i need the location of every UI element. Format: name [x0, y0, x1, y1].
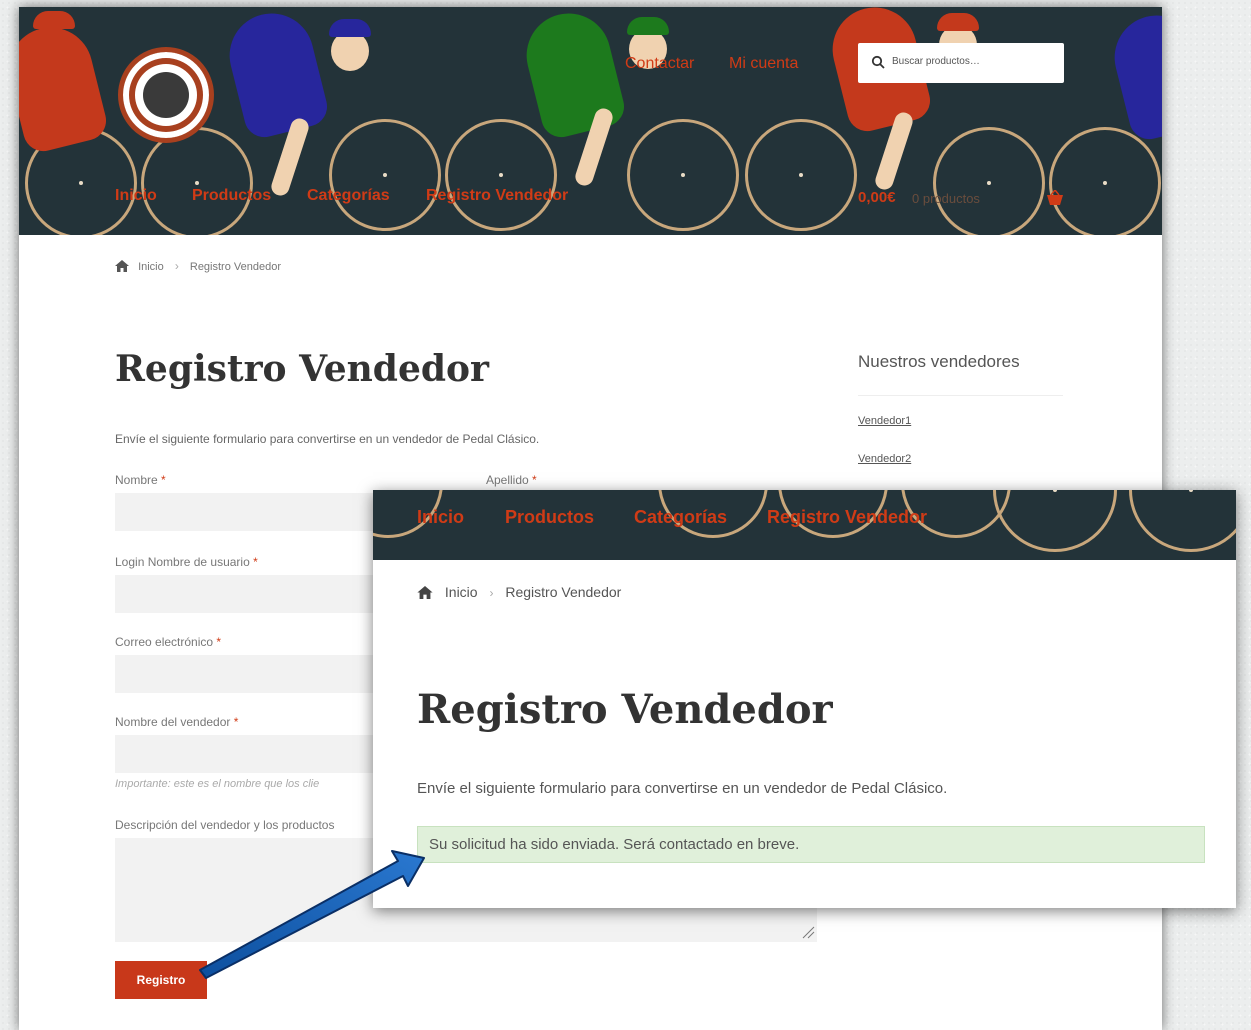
- rider-cap-decoration: [329, 19, 371, 37]
- bike-wheel-decoration: [627, 119, 739, 231]
- search-placeholder: Buscar productos…: [892, 56, 980, 67]
- vendor-name-label: Nombre del vendedor *: [115, 715, 238, 729]
- result-nav-productos[interactable]: Productos: [505, 507, 594, 528]
- rider-cap-decoration: [627, 17, 669, 35]
- result-nav-categorias[interactable]: Categorías: [634, 507, 727, 528]
- result-breadcrumb-current: Registro Vendedor: [505, 584, 622, 600]
- rider-red-decoration: [19, 18, 111, 156]
- home-icon: [417, 586, 433, 599]
- email-label: Correo electrónico *: [115, 635, 221, 649]
- required-mark: *: [253, 555, 258, 569]
- nav-item-productos[interactable]: Productos: [192, 187, 271, 205]
- breadcrumb-separator: ›: [489, 586, 494, 600]
- result-nav-inicio[interactable]: Inicio: [417, 507, 464, 528]
- required-mark: *: [532, 473, 537, 487]
- username-label-text: Login Nombre de usuario: [115, 555, 250, 569]
- last-name-label: Apellido *: [486, 473, 537, 487]
- result-intro: Envíe el siguiente formulario para conve…: [417, 780, 948, 797]
- top-link-account[interactable]: Mi cuenta: [729, 55, 798, 73]
- breadcrumb-separator: ›: [174, 259, 179, 273]
- breadcrumb: Inicio › Registro Vendedor: [115, 259, 281, 273]
- result-screenshot-panel: Inicio Productos Categorías Registro Ven…: [373, 490, 1236, 908]
- rider-head-decoration: [331, 31, 369, 71]
- last-name-label-text: Apellido: [486, 473, 529, 487]
- cart-amount[interactable]: 0,00€: [858, 189, 896, 206]
- required-mark: *: [161, 473, 166, 487]
- email-label-text: Correo electrónico: [115, 635, 214, 649]
- rider-blue-decoration: [220, 7, 332, 142]
- top-link-contact[interactable]: Contactar: [625, 55, 694, 73]
- rider-cap-decoration: [33, 11, 75, 29]
- cart-icon[interactable]: [1046, 190, 1064, 206]
- rider-cap-decoration: [937, 13, 979, 31]
- result-page-title: Registro Vendedor: [417, 686, 833, 733]
- home-icon: [115, 260, 129, 272]
- nav-item-inicio[interactable]: Inicio: [115, 187, 157, 205]
- result-breadcrumb: Inicio › Registro Vendedor: [417, 584, 621, 600]
- site-header: Contactar Mi cuenta Buscar productos… In…: [19, 7, 1162, 235]
- register-button[interactable]: Registro: [115, 961, 207, 999]
- sidebar-vendor-link[interactable]: Vendedor2: [858, 453, 911, 465]
- result-nav-registro-vendedor[interactable]: Registro Vendedor: [767, 507, 927, 528]
- breadcrumb-home[interactable]: Inicio: [138, 261, 164, 273]
- page-title: Registro Vendedor: [115, 348, 490, 390]
- result-breadcrumb-home[interactable]: Inicio: [445, 584, 478, 600]
- first-name-label-text: Nombre: [115, 473, 158, 487]
- bike-wheel-decoration: [445, 119, 557, 231]
- sidebar-title: Nuestros vendedores: [858, 352, 1020, 371]
- first-name-label: Nombre *: [115, 473, 166, 487]
- site-logo[interactable]: [118, 47, 214, 143]
- search-input[interactable]: Buscar productos…: [858, 43, 1064, 83]
- bike-wheel-decoration: [1049, 127, 1161, 235]
- required-mark: *: [233, 715, 239, 729]
- breadcrumb-current: Registro Vendedor: [189, 261, 281, 273]
- logo-emblem: [143, 72, 189, 118]
- bike-wheel-decoration: [933, 127, 1045, 235]
- sidebar-divider: [858, 395, 1063, 396]
- page-intro: Envíe el siguiente formulario para conve…: [115, 432, 540, 446]
- username-label: Login Nombre de usuario *: [115, 555, 258, 569]
- success-notice: Su solicitud ha sido enviada. Será conta…: [417, 826, 1205, 863]
- result-header: Inicio Productos Categorías Registro Ven…: [373, 490, 1236, 560]
- nav-item-registro-vendedor[interactable]: Registro Vendedor: [426, 187, 568, 205]
- vendor-name-hint: Importante: este es el nombre que los cl…: [115, 778, 320, 790]
- bike-wheel-decoration: [993, 490, 1117, 552]
- bike-wheel-decoration: [745, 119, 857, 231]
- description-label: Descripción del vendedor y los productos: [115, 818, 335, 832]
- search-icon: [871, 55, 885, 69]
- bike-wheel-decoration: [329, 119, 441, 231]
- nav-item-categorias[interactable]: Categorías: [307, 187, 390, 205]
- resize-handle-icon[interactable]: [801, 925, 815, 939]
- cart-count[interactable]: 0 productos: [912, 191, 980, 206]
- bike-wheel-decoration: [141, 127, 253, 235]
- bike-wheel-decoration: [1129, 490, 1236, 552]
- required-mark: *: [216, 635, 222, 649]
- vendor-name-label-text: Nombre del vendedor: [115, 715, 231, 729]
- rider-blue-decoration: [1105, 7, 1162, 144]
- sidebar-vendor-link[interactable]: Vendedor1: [858, 415, 911, 427]
